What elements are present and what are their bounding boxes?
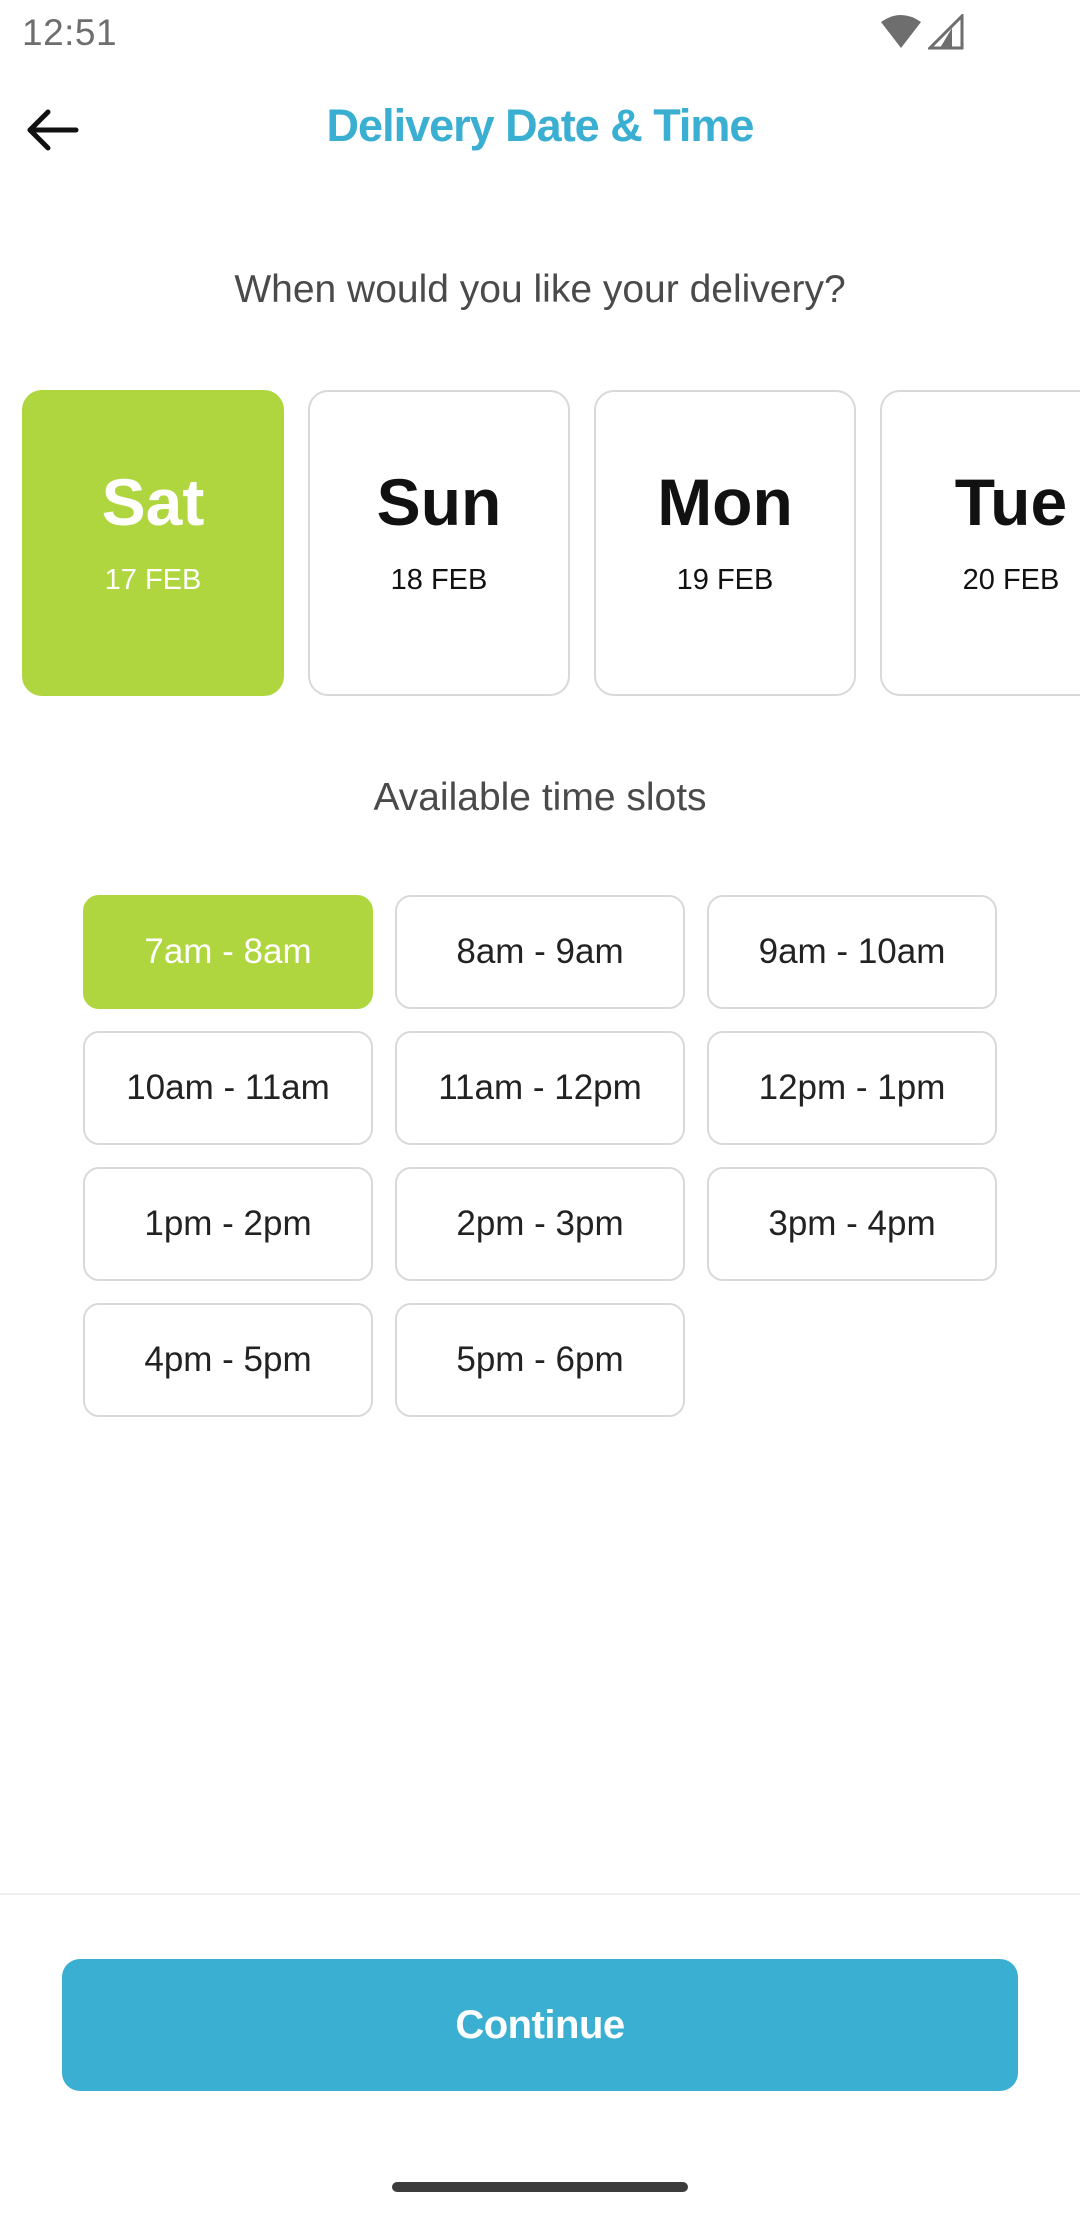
time-slot-button[interactable]: 7am - 8am (83, 895, 373, 1009)
time-slot-button[interactable]: 4pm - 5pm (83, 1303, 373, 1417)
date-day: Sat (101, 465, 205, 539)
time-slot-button[interactable]: 9am - 10am (707, 895, 997, 1009)
date-card-mon[interactable]: Mon 19 FEB (594, 390, 856, 696)
date-date: 18 FEB (390, 564, 488, 596)
status-bar: 12:51 (0, 0, 1080, 66)
date-day: Tue (954, 465, 1068, 539)
date-card-sun[interactable]: Sun 18 FEB (308, 390, 570, 696)
date-card-tue[interactable]: Tue 20 FEB (880, 390, 1080, 696)
time-slot-button[interactable]: 2pm - 3pm (395, 1167, 685, 1281)
time-slots-heading: Available time slots (373, 776, 707, 819)
continue-button[interactable]: Continue (62, 1959, 1018, 2091)
time-slot-button[interactable]: 3pm - 4pm (707, 1167, 997, 1281)
date-selector: Sat 17 FEB Sun 18 FEB Mon 19 FEB Tue 20 … (22, 390, 1080, 698)
date-day: Sun (376, 465, 502, 539)
time-slot-button[interactable]: 8am - 9am (395, 895, 685, 1009)
wifi-icon (881, 15, 921, 48)
date-date: 17 FEB (104, 564, 202, 596)
signal-icon (928, 14, 964, 50)
time-slot-button[interactable]: 12pm - 1pm (707, 1031, 997, 1145)
app-header: Delivery Date & Time (0, 80, 1080, 180)
home-indicator[interactable] (392, 2182, 688, 2192)
status-time: 12:51 (22, 12, 118, 53)
status-icons (880, 14, 970, 52)
time-slot-button[interactable]: 5pm - 6pm (395, 1303, 685, 1417)
time-slot-button[interactable]: 1pm - 2pm (83, 1167, 373, 1281)
date-date: 19 FEB (676, 564, 774, 596)
delivery-question: When would you like your delivery? (234, 268, 846, 311)
time-slot-button[interactable]: 10am - 11am (83, 1031, 373, 1145)
page-title: Delivery Date & Time (326, 100, 755, 151)
date-card-sat[interactable]: Sat 17 FEB (22, 390, 284, 696)
date-date: 20 FEB (962, 564, 1060, 596)
date-day: Mon (657, 465, 793, 539)
time-slot-button[interactable]: 11am - 12pm (395, 1031, 685, 1145)
footer-divider (0, 1893, 1080, 1895)
